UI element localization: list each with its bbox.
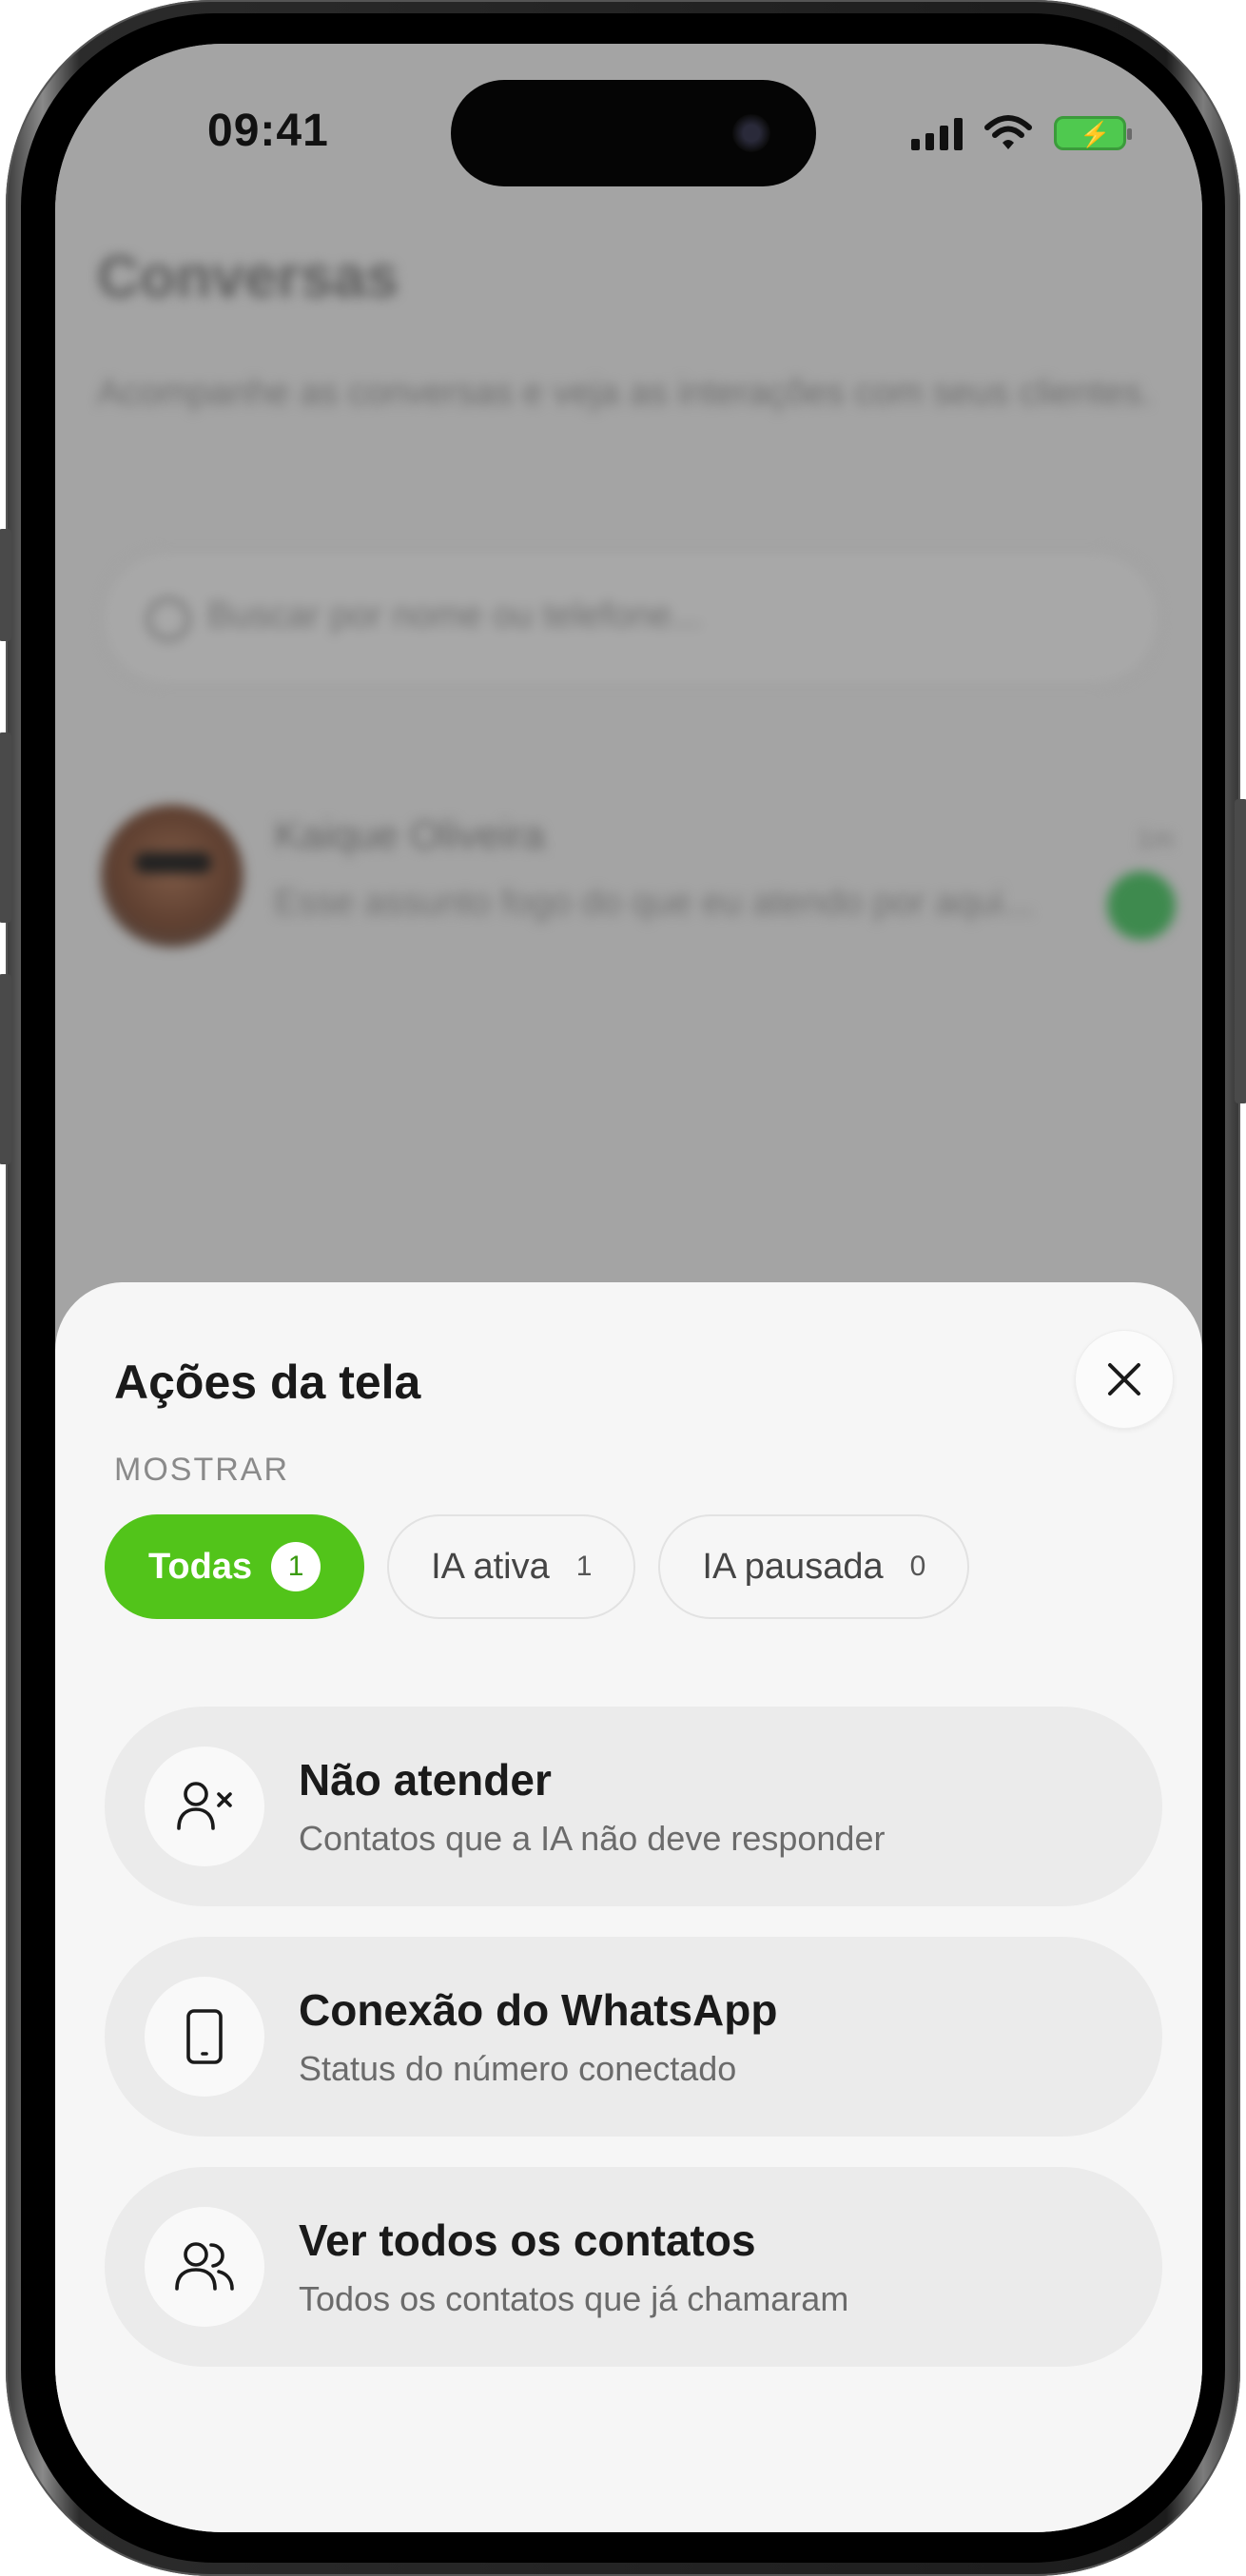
action-button — [0, 529, 11, 641]
filter-chip-ia-ativa[interactable]: IA ativa 1 — [387, 1514, 636, 1619]
actions-sheet: Ações da tela MOSTRAR Todas 1 IA ativa 1… — [55, 1282, 1202, 2532]
action-description: Contatos que a IA não deve responder — [299, 1819, 886, 1858]
action-title: Não atender — [299, 1755, 552, 1805]
conversation-name: Kaique Oliveira — [274, 812, 545, 857]
conversation-preview: Esse assunto fogo do que eu atendo por a… — [274, 883, 1034, 923]
wifi-icon — [984, 115, 1032, 149]
filter-chips: Todas 1 IA ativa 1 IA pausada 0 — [105, 1514, 970, 1619]
chip-label: Todas — [148, 1546, 253, 1587]
users-icon — [145, 2207, 264, 2327]
action-description: Status do número conectado — [299, 2049, 737, 2088]
filter-chip-ia-pausada[interactable]: IA pausada 0 — [658, 1514, 970, 1619]
action-nao-atender[interactable]: Não atender Contatos que a IA não deve r… — [105, 1707, 1162, 1906]
chip-label: IA pausada — [702, 1546, 884, 1587]
cellular-signal-icon — [911, 116, 963, 150]
filter-chip-todas[interactable]: Todas 1 — [105, 1514, 365, 1619]
status-time: 09:41 — [207, 106, 329, 156]
chip-count: 1 — [271, 1542, 321, 1591]
page-subtitle: Acompanhe as conversas e veja as interaç… — [97, 373, 1152, 413]
action-title: Conexão do WhatsApp — [299, 1985, 778, 2035]
conversation-time: 1m — [1137, 824, 1174, 853]
chip-count: 1 — [575, 1551, 593, 1582]
close-icon — [1108, 1363, 1140, 1395]
action-ver-contatos[interactable]: Ver todos os contatos Todos os contatos … — [105, 2167, 1162, 2367]
close-button[interactable] — [1075, 1330, 1174, 1429]
page-title: Conversas — [97, 244, 399, 310]
unread-badge — [1107, 871, 1176, 940]
action-conexao-whatsapp[interactable]: Conexão do WhatsApp Status do número con… — [105, 1937, 1162, 2137]
phone-frame: Conversas Acompanhe as conversas e veja … — [0, 0, 1246, 2576]
action-title: Ver todos os contatos — [299, 2215, 756, 2265]
search-icon — [146, 597, 190, 641]
battery-icon: ⚡ — [1054, 116, 1132, 150]
action-description: Todos os contatos que já chamaram — [299, 2279, 849, 2318]
search-placeholder: Buscar por nome ou telefone... — [207, 595, 702, 635]
user-x-icon — [145, 1747, 264, 1866]
search-input: Buscar por nome ou telefone... — [101, 550, 1160, 687]
chip-label: IA ativa — [431, 1546, 550, 1587]
section-label: MOSTRAR — [114, 1452, 289, 1488]
avatar — [101, 805, 243, 947]
volume-down-button — [0, 974, 11, 1164]
smartphone-icon — [145, 1977, 264, 2097]
chip-count: 0 — [909, 1551, 926, 1582]
volume-up-button — [0, 732, 11, 923]
power-button — [1235, 799, 1246, 1103]
dynamic-island — [451, 80, 816, 186]
sheet-title: Ações da tela — [114, 1356, 421, 1409]
screen: Conversas Acompanhe as conversas e veja … — [55, 44, 1202, 2532]
status-icons: ⚡ — [911, 112, 1132, 154]
camera-icon — [732, 114, 770, 152]
